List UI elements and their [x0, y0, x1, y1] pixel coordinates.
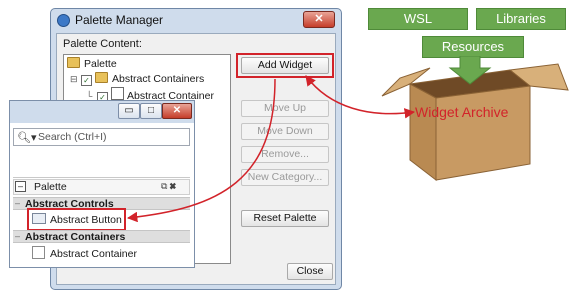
- connector-arrows: [126, 75, 416, 223]
- add-widget-arrow: [126, 78, 276, 223]
- archive-link-arrow: [305, 75, 416, 119]
